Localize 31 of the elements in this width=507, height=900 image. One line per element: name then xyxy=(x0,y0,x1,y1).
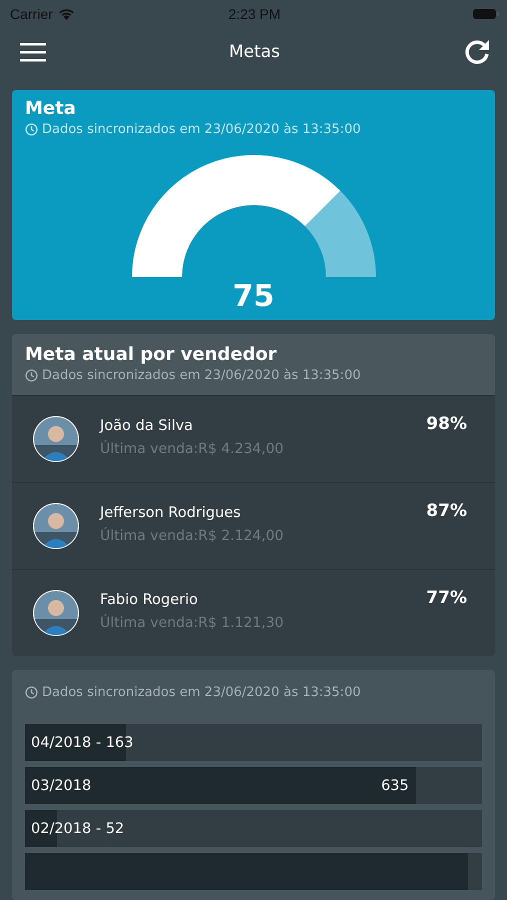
seller-name: Fabio Rogerio xyxy=(100,592,199,608)
wifi-icon xyxy=(58,8,75,20)
card-title: Meta xyxy=(25,98,77,119)
goal-percent: 77% xyxy=(426,588,467,608)
clock-icon xyxy=(25,686,38,699)
goal-value: 75 xyxy=(232,279,276,314)
seller-name: João da Silva xyxy=(100,418,194,434)
last-sale: Última venda:R$ 1.121,30 xyxy=(100,614,285,630)
carrier-label: Carrier xyxy=(10,6,53,22)
battery-icon xyxy=(472,8,499,20)
bar-label: 04/2018 - 163 xyxy=(30,734,134,750)
clock-icon xyxy=(25,369,38,382)
last-sale: Última venda:R$ 4.234,00 xyxy=(100,440,285,456)
seller-row[interactable]: Fabio Rogerio Última venda:R$ 1.121,30 77% xyxy=(12,569,495,656)
sync-text: Dados sincronizados em 23/06/2020 às 13:35:00 xyxy=(42,122,361,137)
sync-text: Dados sincronizados em 23/06/2020 às 13:35:00 xyxy=(42,685,361,700)
clock-icon xyxy=(25,123,38,136)
seller-name: Jefferson Rodrigues xyxy=(100,504,242,520)
status-time: 2:23 PM xyxy=(228,6,281,22)
screen-title: Metas xyxy=(228,42,280,62)
goal-percent: 87% xyxy=(426,501,467,521)
last-sale: Última venda:R$ 2.124,00 xyxy=(100,528,285,544)
sync-text: Dados sincronizados em 23/06/2020 às 13:35:00 xyxy=(42,368,361,383)
bar-label: 03/2018 xyxy=(30,778,92,794)
card-title: Meta atual por vendedor xyxy=(25,344,278,365)
bar-value: 635 xyxy=(381,778,410,794)
seller-row[interactable]: João da Silva Última venda:R$ 4.234,00 98% xyxy=(12,395,495,482)
menu-button[interactable] xyxy=(18,40,48,64)
bar-label: 02/2018 - 52 xyxy=(30,820,124,836)
goal-percent: 98% xyxy=(426,414,467,434)
seller-row[interactable]: Jefferson Rodrigues Última venda:R$ 2.124,00 87% xyxy=(12,482,495,569)
